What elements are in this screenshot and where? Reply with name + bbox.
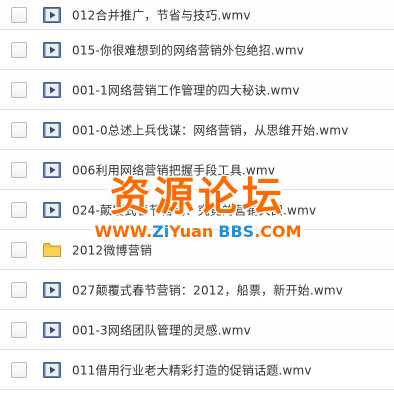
row-checkbox[interactable] (11, 201, 27, 218)
video-file-icon (43, 6, 61, 23)
folder-row[interactable]: 2012微博营销 (0, 230, 394, 270)
video-file-icon (43, 281, 61, 298)
file-row[interactable]: 011借用行业老大精彩打造的促销话题.wmv (0, 350, 394, 390)
video-file-icon (43, 81, 61, 98)
file-row[interactable]: 001-1网络营销工作管理的四大秘诀.wmv (0, 70, 394, 110)
file-name[interactable]: 011借用行业老大精彩打造的促销话题.wmv (72, 361, 312, 378)
video-file-icon (43, 161, 61, 178)
video-file-icon (43, 321, 61, 338)
file-name[interactable]: 001-3网络团队管理的灵感.wmv (72, 321, 251, 338)
file-name[interactable]: 015-你很难想到的网络营销外包绝招.wmv (72, 41, 304, 58)
file-row[interactable]: 024-颠覆式春节营销：究竟的营销大田.wmv (0, 190, 394, 230)
row-checkbox[interactable] (11, 81, 27, 98)
row-checkbox[interactable] (11, 41, 27, 58)
video-file-icon (43, 121, 61, 138)
row-checkbox[interactable] (11, 361, 27, 378)
row-checkbox[interactable] (11, 121, 27, 138)
video-file-icon (43, 41, 61, 58)
file-row[interactable]: 015-你很难想到的网络营销外包绝招.wmv (0, 30, 394, 70)
file-row[interactable]: 027颠覆式春节营销：2012，船票，新开始.wmv (0, 270, 394, 310)
row-checkbox[interactable] (11, 321, 27, 338)
file-list: 012合并推广，节省与技巧.wmv 015-你很难想到的网络营销外包绝招.wmv… (0, 0, 394, 390)
folder-name[interactable]: 2012微博营销 (72, 241, 152, 258)
file-row[interactable]: 001-3网络团队管理的灵感.wmv (0, 310, 394, 350)
file-row[interactable]: 006利用网络营销把握手段工具.wmv (0, 150, 394, 190)
file-name[interactable]: 001-0总述上兵伐谋：网络营销，从思维开始.wmv (72, 121, 349, 138)
row-checkbox[interactable] (11, 161, 27, 178)
file-name[interactable]: 024-颠覆式春节营销：究竟的营销大田.wmv (72, 201, 316, 218)
video-file-icon (43, 201, 61, 218)
row-checkbox[interactable] (11, 241, 27, 258)
row-checkbox[interactable] (11, 281, 27, 298)
file-row[interactable]: 001-0总述上兵伐谋：网络营销，从思维开始.wmv (0, 110, 394, 150)
file-name[interactable]: 006利用网络营销把握手段工具.wmv (72, 161, 275, 178)
row-checkbox[interactable] (11, 6, 27, 23)
file-row[interactable]: 012合并推广，节省与技巧.wmv (0, 0, 394, 30)
folder-icon (43, 242, 61, 257)
file-name[interactable]: 027颠覆式春节营销：2012，船票，新开始.wmv (72, 281, 343, 298)
video-file-icon (43, 361, 61, 378)
file-name[interactable]: 012合并推广，节省与技巧.wmv (72, 6, 251, 23)
file-name[interactable]: 001-1网络营销工作管理的四大秘诀.wmv (72, 81, 300, 98)
